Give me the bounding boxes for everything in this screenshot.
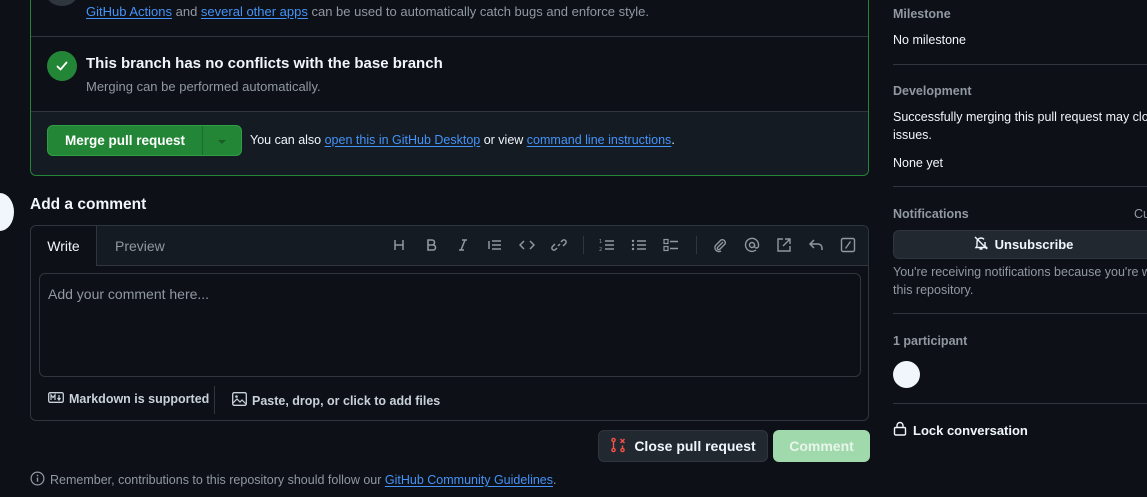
checks-status-icon — [47, 0, 77, 6]
bold-icon[interactable] — [422, 236, 440, 254]
community-guidelines-link[interactable]: GitHub Community Guidelines — [385, 473, 553, 487]
close-pull-request-button[interactable]: Close pull request — [598, 430, 768, 462]
reminder-end: . — [553, 473, 557, 487]
development-heading[interactable]: Development — [893, 84, 972, 98]
chevron-down-icon — [217, 133, 227, 148]
development-value: None yet — [893, 156, 944, 170]
other-apps-link[interactable]: several other apps — [201, 4, 308, 19]
reference-icon[interactable] — [775, 236, 793, 254]
tab-write[interactable]: Write — [31, 226, 97, 266]
toolbar-divider — [583, 236, 584, 254]
conflicts-section: This branch has no conflicts with the ba… — [31, 37, 868, 112]
quote-icon[interactable] — [486, 236, 504, 254]
merge-box: GitHub Actions and several other apps ca… — [30, 0, 869, 176]
mention-icon[interactable] — [743, 236, 761, 254]
check-circle-icon — [47, 51, 77, 81]
notification-reason: You're receiving notifications because y… — [893, 265, 1147, 279]
milestone-heading[interactable]: Milestone — [893, 7, 951, 21]
development-text-cont: issues. — [893, 128, 932, 142]
comment-input[interactable] — [39, 273, 861, 377]
attach-files-button[interactable]: Paste, drop, or click to add files — [232, 392, 440, 409]
comment-button[interactable]: Comment — [773, 430, 870, 462]
sidebar-divider — [893, 313, 1147, 314]
git-pull-request-closed-icon — [610, 437, 626, 456]
lock-label: Lock conversation — [913, 422, 1028, 438]
tab-preview[interactable]: Preview — [115, 238, 165, 254]
open-desktop-link[interactable]: open this in GitHub Desktop — [325, 133, 481, 147]
heading-icon[interactable] — [390, 236, 408, 254]
conflict-title: This branch has no conflicts with the ba… — [86, 55, 443, 72]
alt-end: . — [671, 133, 675, 147]
sidebar-divider — [893, 403, 1147, 404]
checks-text-end: can be used to automatically catch bugs … — [307, 4, 649, 19]
italic-icon[interactable] — [454, 236, 472, 254]
toolbar-divider — [696, 236, 697, 254]
command-line-link[interactable]: command line instructions — [527, 133, 672, 147]
markdown-icon — [48, 392, 64, 406]
comment-toolbar: Write Preview 12 — [31, 226, 868, 266]
task-list-icon[interactable] — [662, 236, 680, 254]
sidebar-divider — [893, 64, 1147, 65]
checks-section: GitHub Actions and several other apps ca… — [31, 0, 868, 37]
comment-box: Write Preview 12 Add your comment here..… — [30, 225, 869, 421]
merge-method-dropdown[interactable] — [203, 126, 241, 155]
code-icon[interactable] — [518, 236, 536, 254]
merge-button-group: Merge pull request — [47, 125, 242, 156]
notifications-customize-link[interactable]: Cu — [1134, 207, 1147, 221]
attach-label: Paste, drop, or click to add files — [252, 393, 441, 408]
attach-icon[interactable] — [711, 236, 729, 254]
participant-avatar[interactable] — [893, 361, 920, 388]
participants-heading: 1 participant — [893, 334, 968, 348]
avatar[interactable] — [0, 193, 14, 231]
lock-conversation-button[interactable]: Lock conversation — [893, 421, 1028, 439]
unsubscribe-label: Unsubscribe — [994, 237, 1074, 252]
notifications-heading: Notifications — [893, 207, 969, 221]
merge-alternatives-text: You can also open this in GitHub Desktop… — [250, 133, 675, 147]
slash-command-icon[interactable] — [839, 236, 857, 254]
image-icon — [232, 392, 247, 409]
reply-icon[interactable] — [807, 236, 825, 254]
markdown-label: Markdown is supported — [69, 392, 210, 406]
svg-text:1: 1 — [599, 239, 602, 245]
notification-reason-cont: this repository. — [893, 283, 974, 297]
bell-slash-icon — [973, 235, 989, 254]
info-icon — [30, 471, 45, 489]
alt-prefix: You can also — [250, 133, 325, 147]
close-label: Close pull request — [634, 438, 756, 454]
merge-pull-request-button[interactable]: Merge pull request — [48, 126, 203, 155]
milestone-value: No milestone — [893, 33, 966, 47]
merge-actions-section: Merge pull request You can also open thi… — [31, 112, 868, 175]
github-actions-link[interactable]: GitHub Actions — [86, 4, 172, 19]
guidelines-reminder: Remember, contributions to this reposito… — [30, 471, 557, 489]
development-text: Successfully merging this pull request m… — [893, 110, 1147, 124]
markdown-supported[interactable]: Markdown is supported — [48, 392, 209, 406]
alt-mid: or view — [480, 133, 527, 147]
checks-text-mid: and — [172, 4, 201, 19]
unordered-list-icon[interactable] — [630, 236, 648, 254]
checks-text: GitHub Actions and several other apps ca… — [86, 4, 649, 19]
ordered-list-icon[interactable]: 12 — [598, 236, 616, 254]
footer-divider — [214, 386, 215, 414]
lock-icon — [893, 421, 907, 439]
conflict-subtitle: Merging can be performed automatically. — [86, 79, 321, 94]
svg-text:2: 2 — [599, 247, 602, 252]
unsubscribe-button[interactable]: Unsubscribe — [893, 230, 1147, 259]
reminder-text: Remember, contributions to this reposito… — [50, 473, 385, 487]
link-icon[interactable] — [550, 236, 568, 254]
sidebar-divider — [893, 186, 1147, 187]
add-comment-heading: Add a comment — [30, 196, 147, 213]
